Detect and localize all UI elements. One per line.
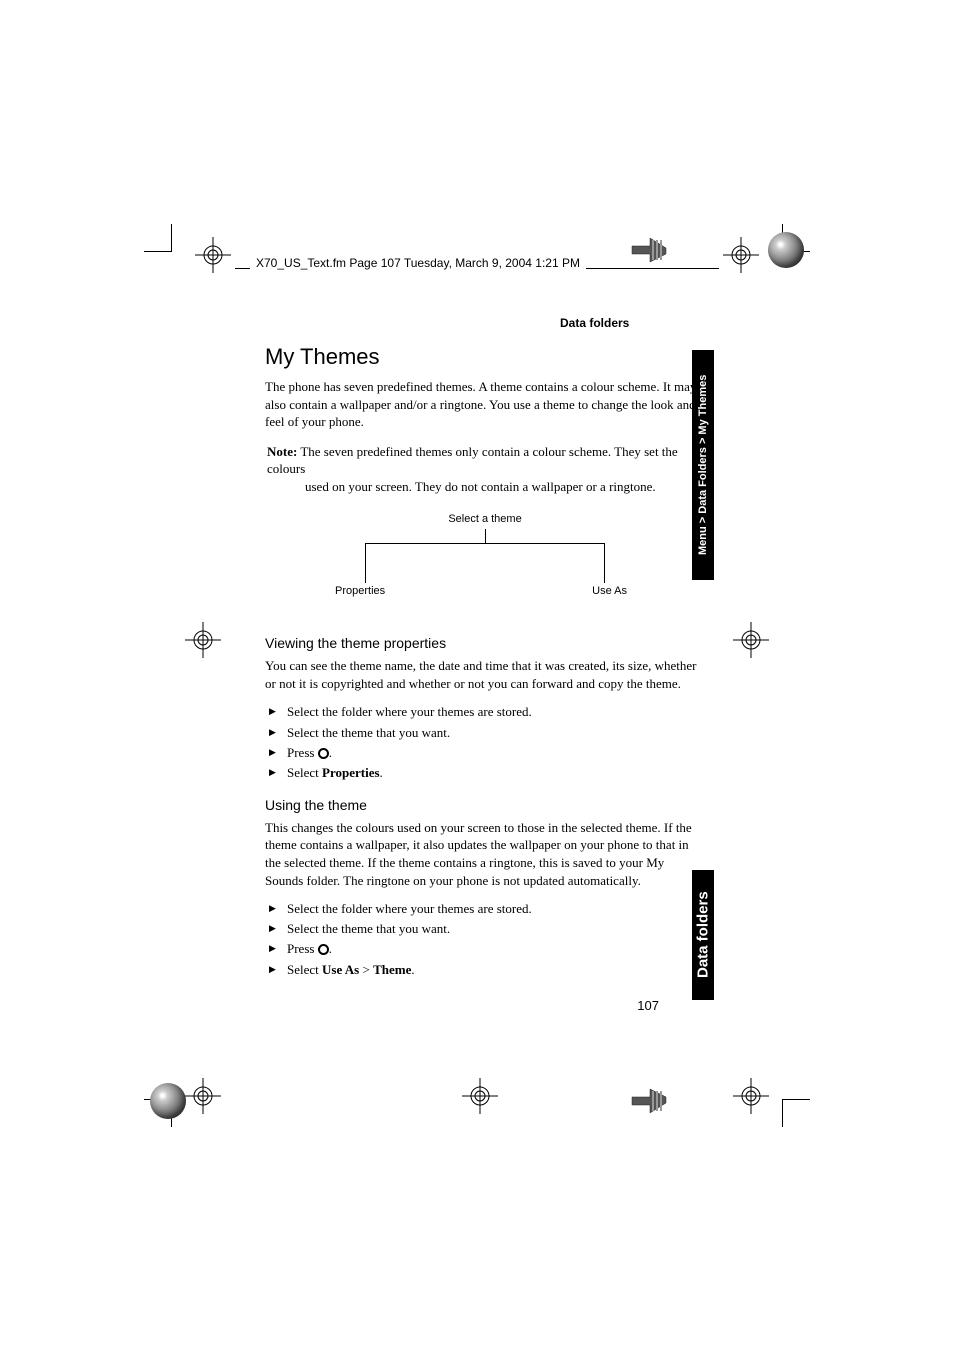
step-text: Press xyxy=(287,745,318,760)
registration-target-icon xyxy=(721,235,761,275)
step-text: . xyxy=(380,765,383,780)
note-box: Note: The seven predefined themes only c… xyxy=(265,443,705,496)
crop-mark xyxy=(144,224,172,252)
diagram-connector xyxy=(365,543,366,583)
diagram-root-label: Select a theme xyxy=(325,513,645,525)
step-text-bold: Properties xyxy=(322,765,380,780)
note-label: Note: xyxy=(267,444,297,459)
page-title: My Themes xyxy=(265,344,705,370)
subsection-body: This changes the colours used on your sc… xyxy=(265,819,705,889)
registration-target-icon xyxy=(460,1076,500,1116)
step-text: > xyxy=(359,962,373,977)
page-content: My Themes The phone has seven predefined… xyxy=(265,300,705,980)
theme-diagram: Select a theme Properties Use As xyxy=(325,513,645,603)
step-text: Select xyxy=(287,765,322,780)
diagram-leaf-label: Use As xyxy=(592,585,627,597)
registration-target-icon xyxy=(731,1076,771,1116)
diagram-leaf-label: Properties xyxy=(335,585,385,597)
subheading-using: Using the theme xyxy=(265,797,705,813)
list-item: Press . xyxy=(279,939,705,959)
subsection-body: You can see the theme name, the date and… xyxy=(265,657,705,692)
subheading-viewing: Viewing the theme properties xyxy=(265,635,705,651)
list-item: Press . xyxy=(279,743,705,763)
step-text-bold: Theme xyxy=(373,962,411,977)
step-text: . xyxy=(411,962,414,977)
step-text: Press xyxy=(287,941,318,956)
step-list: Select the folder where your themes are … xyxy=(265,702,705,783)
page-number: 107 xyxy=(637,998,659,1013)
note-text: used on your screen. They do not contain… xyxy=(267,478,705,496)
ok-button-icon xyxy=(318,748,329,759)
drill-icon xyxy=(630,236,670,264)
list-item: Select the folder where your themes are … xyxy=(279,899,705,919)
drill-icon xyxy=(630,1087,670,1115)
list-item: Select Properties. xyxy=(279,763,705,783)
crop-mark xyxy=(782,1099,810,1127)
step-text-bold: Use As xyxy=(322,962,359,977)
list-item: Select the theme that you want. xyxy=(279,919,705,939)
registration-target-icon xyxy=(731,620,771,660)
diagram-connector xyxy=(365,543,605,544)
header-filename: X70_US_Text.fm Page 107 Tuesday, March 9… xyxy=(250,256,586,270)
diagram-connector xyxy=(604,543,605,583)
step-list: Select the folder where your themes are … xyxy=(265,899,705,980)
diagram-connector xyxy=(485,529,486,543)
ok-button-icon xyxy=(318,944,329,955)
registration-target-icon xyxy=(183,620,223,660)
globe-ball-icon xyxy=(150,1083,186,1119)
intro-paragraph: The phone has seven predefined themes. A… xyxy=(265,378,705,431)
step-text: . xyxy=(329,745,332,760)
step-text: . xyxy=(329,941,332,956)
list-item: Select the folder where your themes are … xyxy=(279,702,705,722)
list-item: Select Use As > Theme. xyxy=(279,960,705,980)
registration-target-icon xyxy=(183,1076,223,1116)
note-text: The seven predefined themes only contain… xyxy=(267,444,678,477)
step-text: Select xyxy=(287,962,322,977)
list-item: Select the theme that you want. xyxy=(279,723,705,743)
globe-ball-icon xyxy=(768,232,804,268)
registration-target-icon xyxy=(193,235,233,275)
